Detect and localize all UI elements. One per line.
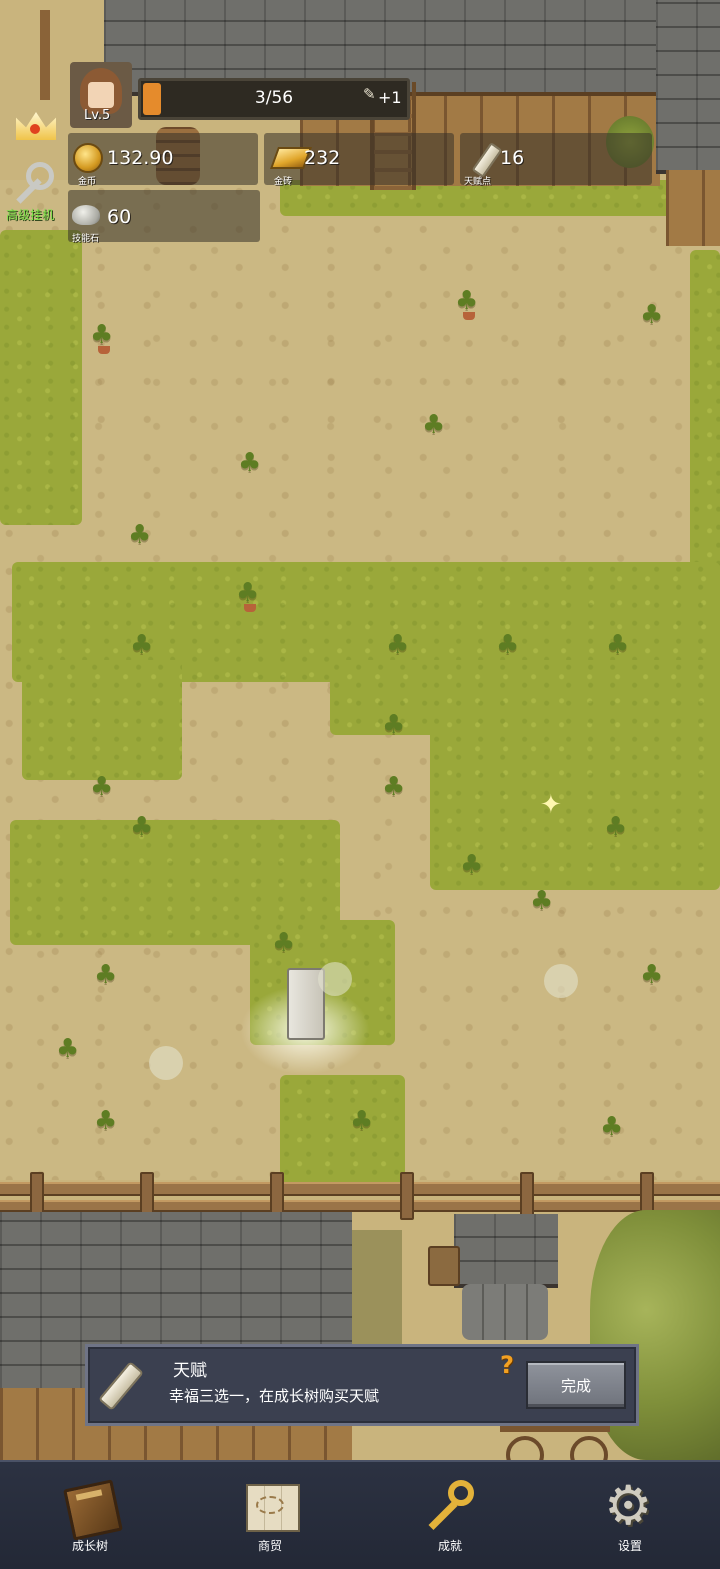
nav-label: 成长树 bbox=[71, 1539, 108, 1553]
sprout-icon[interactable]: ♣ bbox=[640, 302, 663, 328]
nav-settings[interactable]: ⚙ 设置 bbox=[570, 1462, 690, 1569]
target-marker[interactable] bbox=[544, 964, 578, 998]
skill-stone-value: 60 bbox=[107, 206, 132, 228]
building-shadow bbox=[352, 1230, 402, 1350]
advanced-idle-button[interactable]: 高级挂机 bbox=[6, 162, 70, 224]
right-building-roof bbox=[656, 0, 720, 170]
sprout-icon[interactable]: ♣ bbox=[56, 1036, 79, 1062]
grass-patch bbox=[0, 230, 82, 525]
target-marker[interactable] bbox=[318, 962, 352, 996]
fence-post bbox=[520, 1172, 534, 1220]
talent-points-caption: 天赋点 bbox=[464, 177, 492, 187]
nav-label: 成就 bbox=[437, 1539, 462, 1553]
sprout-icon[interactable]: ♣ bbox=[350, 1108, 373, 1134]
done-button[interactable]: 完成 bbox=[526, 1361, 626, 1409]
grass-patch bbox=[690, 250, 720, 580]
skill-stone-icon bbox=[72, 205, 100, 225]
sprout-icon[interactable]: ♣ bbox=[94, 962, 117, 988]
well-roof bbox=[454, 1214, 558, 1284]
avatar[interactable]: Lv.5 bbox=[70, 62, 132, 128]
talent-scroll-icon: ✎ bbox=[363, 85, 376, 103]
gold-brick-resource[interactable]: 232 金砖 bbox=[264, 133, 454, 187]
crown-icon[interactable] bbox=[12, 104, 60, 150]
grass-patch bbox=[280, 1075, 405, 1185]
right-building-wall bbox=[666, 170, 720, 246]
sprout-icon[interactable]: ♣ bbox=[272, 930, 295, 956]
gold-brick-value: 232 bbox=[304, 147, 341, 169]
fence-rail bbox=[0, 1182, 720, 1196]
talent-title: 天赋 bbox=[173, 1361, 207, 1381]
settings-gear-icon: ⚙ bbox=[604, 1474, 653, 1537]
nav-trade[interactable]: 商贸 bbox=[210, 1462, 330, 1569]
sparkle-icon: ✦ bbox=[540, 790, 562, 820]
sprout-icon[interactable]: ♣ bbox=[236, 580, 264, 620]
nav-label: 设置 bbox=[617, 1539, 642, 1553]
help-question-icon[interactable]: ? bbox=[500, 1351, 514, 1379]
sprout-icon[interactable]: ♣ bbox=[640, 962, 663, 988]
sprout-icon[interactable]: ♣ bbox=[90, 774, 113, 800]
gold-coin-value: 132.90 bbox=[107, 147, 174, 169]
nav-growth-tree[interactable]: 成长树 bbox=[30, 1462, 150, 1569]
grass-patch bbox=[22, 660, 182, 780]
nav-achievement[interactable]: 成就 bbox=[390, 1462, 510, 1569]
target-marker[interactable] bbox=[149, 1046, 183, 1080]
sprout-icon[interactable]: ♣ bbox=[94, 1108, 117, 1134]
sprout-icon[interactable]: ♣ bbox=[422, 412, 445, 438]
sprout-icon[interactable]: ♣ bbox=[382, 774, 405, 800]
sprout-icon[interactable]: ♣ bbox=[128, 522, 151, 548]
gold-coin-icon bbox=[73, 143, 103, 173]
talent-points-value: 16 bbox=[500, 147, 525, 169]
skill-stone-resource[interactable]: 60 技能石 bbox=[68, 190, 260, 244]
sprout-icon[interactable]: ♣ bbox=[130, 632, 153, 658]
talent-scroll-icon bbox=[471, 142, 503, 178]
sprout-icon[interactable]: ♣ bbox=[382, 712, 405, 738]
progress-bonus: +1 bbox=[378, 88, 402, 107]
sprout-icon[interactable]: ♣ bbox=[386, 632, 409, 658]
fence-post bbox=[400, 1172, 414, 1220]
cart bbox=[500, 1426, 610, 1460]
sprout-icon[interactable]: ♣ bbox=[496, 632, 519, 658]
talent-points-resource[interactable]: 16 天赋点 bbox=[460, 133, 652, 187]
left-post bbox=[40, 10, 50, 100]
growth-tree-book-icon bbox=[62, 1478, 123, 1541]
bucket bbox=[428, 1246, 460, 1286]
nav-label: 商贸 bbox=[257, 1539, 282, 1553]
sprout-icon[interactable]: ♣ bbox=[604, 814, 627, 840]
gold-coin-resource[interactable]: 132.90 金币 bbox=[68, 133, 258, 187]
sprout-icon[interactable]: ♣ bbox=[530, 888, 553, 914]
sprout-icon[interactable]: ♣ bbox=[460, 852, 483, 878]
advanced-idle-label: 高级挂机 bbox=[6, 208, 55, 222]
skill-stone-caption: 技能石 bbox=[72, 234, 100, 244]
sprout-icon[interactable]: ♣ bbox=[90, 322, 118, 362]
trade-map-icon bbox=[242, 1478, 300, 1534]
level-label: Lv.5 bbox=[84, 108, 111, 123]
sprout-icon[interactable]: ♣ bbox=[238, 450, 261, 476]
talent-description: 幸福三选一，在成长树购买天赋 bbox=[169, 1387, 380, 1405]
gold-coin-caption: 金币 bbox=[78, 177, 97, 187]
sprout-icon[interactable]: ♣ bbox=[606, 632, 629, 658]
well[interactable] bbox=[462, 1284, 548, 1340]
bottom-navigation: 成长树 商贸 成就 ⚙ 设置 bbox=[0, 1460, 720, 1569]
gold-brick-caption: 金砖 bbox=[274, 177, 293, 187]
talent-notice-panel: 天赋 幸福三选一，在成长树购买天赋 ? 完成 bbox=[85, 1344, 639, 1426]
fence-rail bbox=[0, 1200, 720, 1212]
level-progress-bar: 3/56 ✎ +1 bbox=[138, 78, 410, 120]
sprout-icon[interactable]: ♣ bbox=[600, 1114, 623, 1140]
talent-scroll-icon bbox=[98, 1361, 144, 1411]
sprout-icon[interactable]: ♣ bbox=[455, 288, 483, 328]
achievement-key-icon bbox=[422, 1478, 478, 1534]
sprout-icon[interactable]: ♣ bbox=[130, 814, 153, 840]
